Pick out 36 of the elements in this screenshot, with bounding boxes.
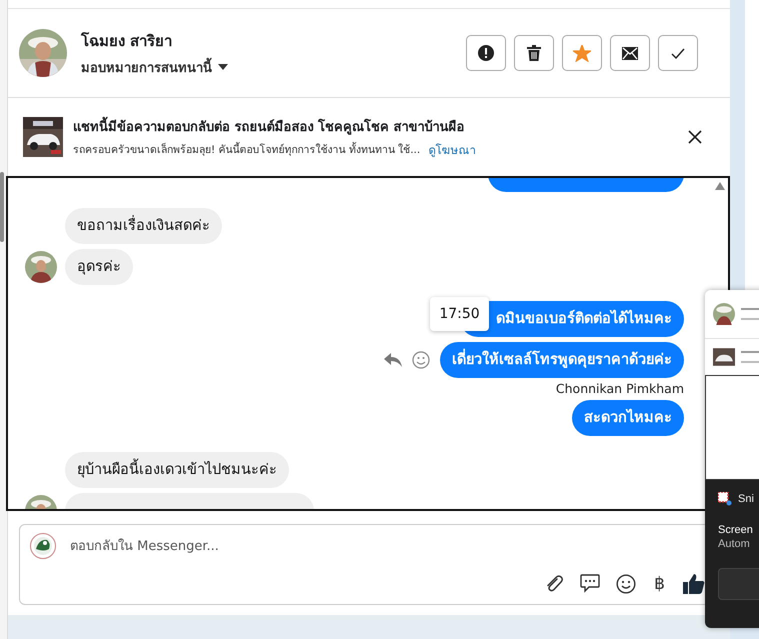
notification-text: Autom <box>718 538 750 550</box>
message-bubble: เดี่ยวให้เซลล์โทรพูดคุยราคาด้วยค่ะ <box>440 342 684 378</box>
timestamp-tooltip: 17:50 <box>430 297 489 331</box>
message-bubble: ยุบ้านผือนี้เองเดวเข้าไปชมนะค่ะ <box>65 452 289 488</box>
speech-bubble-icon[interactable] <box>580 574 600 593</box>
trash-icon <box>527 45 541 61</box>
star-button[interactable] <box>562 35 602 71</box>
message-bubble: ขอถามเรื่องเงินสดค่ะ <box>65 208 222 244</box>
close-icon[interactable] <box>688 130 702 144</box>
envelope-icon <box>622 46 638 60</box>
mark-unread-button[interactable] <box>610 35 650 71</box>
assign-dropdown[interactable]: มอบหมายการสนทนานี้ <box>81 56 228 78</box>
emoji-icon[interactable] <box>616 574 636 594</box>
thumbs-up-icon[interactable] <box>683 573 705 594</box>
snipping-tool-icon <box>718 492 732 506</box>
sender-name: Chonnikan Pimkham <box>556 381 684 396</box>
preview-text-lines <box>741 308 759 320</box>
payment-button[interactable]: ฿ <box>652 574 667 594</box>
view-ad-link[interactable]: ดูโฆษณา <box>428 140 476 158</box>
message-bubble: สะดวกไหมคะ <box>572 400 684 436</box>
alert-icon <box>478 45 494 61</box>
caret-icon <box>218 64 228 70</box>
scroll-up-arrow-icon[interactable] <box>715 182 725 190</box>
scrollbar-thumb[interactable] <box>0 172 4 242</box>
delete-button[interactable] <box>514 35 554 71</box>
reply-icon[interactable] <box>384 353 402 367</box>
app-name: Sni <box>738 493 754 505</box>
message-bubble: อุดรค่ะ <box>65 249 133 285</box>
ad-description: รถครอบครัวขนาดเล็กพร้อมลุย! คันนี้ตอบโจทย์ทุกการใช้งาน ทั้งทนทาน ใช้... <box>73 141 420 158</box>
checkmark-icon <box>671 48 685 58</box>
spam-button[interactable] <box>466 35 506 71</box>
star-icon <box>573 44 591 62</box>
ad-title: แชทนี้มีข้อความตอบกลับต่อ รถยนต์มือสอง โชคคูณโชค สาขาบ้านผือ <box>73 116 476 136</box>
notification-title: Screen <box>718 524 753 536</box>
contact-name: โฉมยง สาริยา <box>81 30 174 52</box>
preview-text-lines <box>741 351 759 363</box>
